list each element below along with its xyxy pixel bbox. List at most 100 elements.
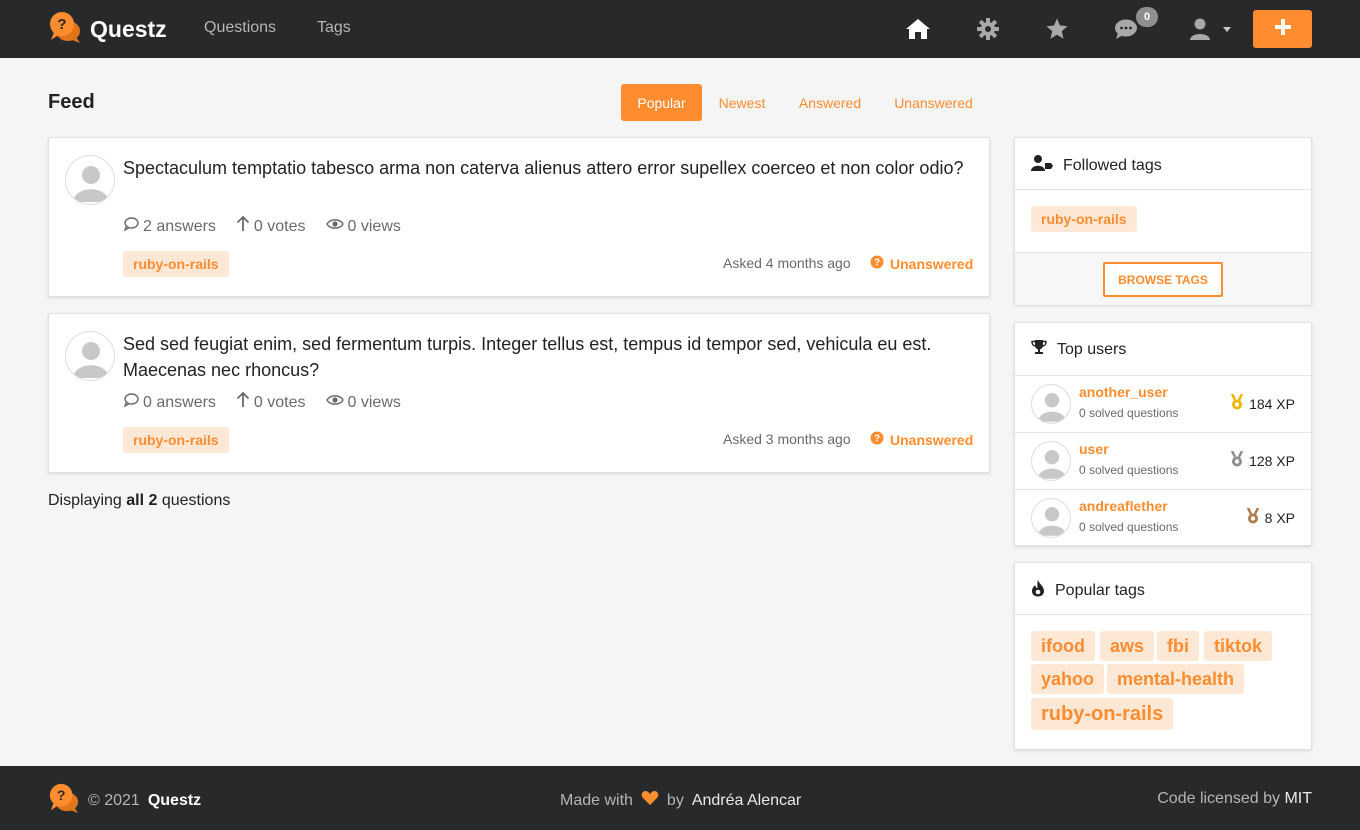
- browse-tags-button[interactable]: BROWSE TAGS: [1103, 262, 1223, 297]
- popular-tag[interactable]: mental-health: [1107, 664, 1245, 694]
- tab-unanswered[interactable]: Unanswered: [878, 84, 989, 121]
- svg-text:?: ?: [57, 16, 66, 33]
- question-tag[interactable]: ruby-on-rails: [123, 427, 229, 453]
- popular-tag[interactable]: fbi: [1157, 631, 1199, 661]
- display-suffix: questions: [161, 492, 231, 509]
- asked-time: Asked 3 months ago: [723, 431, 851, 447]
- tab-newest[interactable]: Newest: [702, 84, 782, 121]
- brand-logo-link[interactable]: ? Questz: [48, 10, 167, 49]
- avatar[interactable]: [65, 331, 115, 381]
- question-tag[interactable]: ruby-on-rails: [123, 251, 229, 277]
- answers-stat: 2 answers: [123, 216, 216, 237]
- votes-stat: 0 votes: [236, 391, 306, 413]
- questz-logo-icon: ?: [48, 10, 82, 49]
- eye-icon: [325, 393, 344, 412]
- page-footer: ? © 2021 Questz Made with by Andréa Alen…: [0, 766, 1360, 830]
- popular-tags-title: Popular tags: [1055, 581, 1145, 599]
- pagination-info: Displaying all 2 questions: [48, 492, 230, 510]
- messages-count-badge: 0: [1136, 7, 1158, 27]
- arrow-up-icon: [236, 215, 250, 237]
- avatar[interactable]: [1031, 384, 1071, 424]
- solved-questions: 0 solved questions: [1079, 406, 1179, 420]
- divider: [1015, 189, 1311, 190]
- followed-tags-header: Followed tags: [1031, 154, 1162, 177]
- questz-logo-icon: ?: [48, 782, 80, 819]
- solved-questions: 0 solved questions: [1079, 520, 1179, 534]
- medal-icon: [1246, 507, 1260, 527]
- display-count-bold: all 2: [126, 492, 158, 509]
- votes-stat: 0 votes: [236, 215, 306, 237]
- svg-text:?: ?: [874, 434, 880, 445]
- plus-icon: [1274, 18, 1292, 41]
- user-xp: 184 XP: [1230, 393, 1295, 413]
- xp-value: 184 XP: [1249, 395, 1295, 412]
- made-with: Made with by Andréa Alencar: [560, 790, 801, 811]
- question-circle-icon: ?: [870, 255, 884, 272]
- xp-value: 8 XP: [1264, 509, 1295, 526]
- user-name-link[interactable]: another_user: [1079, 384, 1168, 400]
- user-xp: 8 XP: [1246, 507, 1295, 527]
- votes-count: 0 votes: [253, 217, 306, 235]
- divider: [1015, 614, 1311, 615]
- tab-popular[interactable]: Popular: [621, 84, 702, 121]
- avatar[interactable]: [1031, 441, 1071, 481]
- popular-tags-card: Popular tags ifood aws fbi tiktok yahoo …: [1014, 562, 1312, 750]
- top-users-card: Top users another_user 0 solved question…: [1014, 322, 1312, 546]
- license-link[interactable]: MIT: [1284, 790, 1312, 807]
- user-list-item: user 0 solved questions 128 XP: [1015, 433, 1311, 490]
- views-count: 0 views: [347, 217, 401, 235]
- question-card: Sed sed feugiat enim, sed fermentum turp…: [48, 313, 990, 473]
- trophy-icon: [1031, 339, 1047, 360]
- fire-icon: [1031, 579, 1045, 602]
- popular-tag[interactable]: yahoo: [1031, 664, 1105, 694]
- followed-tags-title: Followed tags: [1063, 156, 1162, 174]
- avatar[interactable]: [65, 155, 115, 205]
- user-list-item: another_user 0 solved questions 184 XP: [1015, 376, 1311, 433]
- views-stat: 0 views: [325, 392, 401, 413]
- svg-text:?: ?: [874, 258, 880, 269]
- new-question-button[interactable]: [1253, 10, 1312, 48]
- popular-tag[interactable]: aws: [1100, 631, 1155, 661]
- user-icon[interactable]: [1186, 15, 1214, 43]
- display-prefix: Displaying: [48, 492, 122, 509]
- copyright-text: © 2021: [88, 791, 140, 809]
- tab-answered[interactable]: Answered: [782, 84, 878, 121]
- popular-tag[interactable]: tiktok: [1204, 631, 1273, 661]
- question-stats: 0 answers 0 votes 0 views: [123, 391, 401, 413]
- status-badge: ? Unanswered: [870, 255, 973, 272]
- user-name-link[interactable]: andreaflether: [1079, 498, 1168, 514]
- user-list-item: andreaflether 0 solved questions 8 XP: [1015, 490, 1311, 547]
- avatar[interactable]: [1031, 498, 1071, 538]
- nav-link-tags[interactable]: Tags: [317, 19, 351, 37]
- comment-icon: [123, 216, 139, 237]
- home-icon[interactable]: [904, 15, 932, 43]
- eye-icon: [325, 217, 344, 236]
- top-navbar: ? Questz Questions Tags 0: [0, 0, 1360, 58]
- user-tag-icon: [1031, 154, 1053, 177]
- nav-link-questions[interactable]: Questions: [204, 19, 276, 37]
- user-xp: 128 XP: [1230, 450, 1295, 470]
- xp-value: 128 XP: [1249, 452, 1295, 469]
- question-title-link[interactable]: Spectaculum temptatio tabesco arma non c…: [123, 155, 973, 181]
- author-link[interactable]: Andréa Alencar: [692, 792, 801, 810]
- question-title-link[interactable]: Sed sed feugiat enim, sed fermentum turp…: [123, 331, 973, 383]
- status-text: Unanswered: [890, 255, 974, 272]
- user-name-link[interactable]: user: [1079, 441, 1109, 457]
- status-badge: ? Unanswered: [870, 431, 973, 448]
- star-icon[interactable]: [1043, 15, 1071, 43]
- gear-icon[interactable]: [974, 15, 1002, 43]
- svg-text:?: ?: [57, 787, 66, 803]
- answers-count: 2 answers: [143, 217, 216, 235]
- answers-count: 0 answers: [143, 393, 216, 411]
- medal-icon: [1230, 450, 1244, 470]
- license-prefix: Code licensed by: [1157, 790, 1280, 807]
- answers-stat: 0 answers: [123, 392, 216, 413]
- popular-tag[interactable]: ifood: [1031, 631, 1095, 661]
- votes-count: 0 votes: [253, 393, 306, 411]
- heart-icon: [641, 790, 659, 811]
- chevron-down-icon[interactable]: [1223, 27, 1231, 32]
- followed-tag[interactable]: ruby-on-rails: [1031, 206, 1137, 232]
- popular-tags-header: Popular tags: [1031, 579, 1145, 602]
- medal-icon: [1230, 393, 1244, 413]
- popular-tag[interactable]: ruby-on-rails: [1031, 698, 1174, 730]
